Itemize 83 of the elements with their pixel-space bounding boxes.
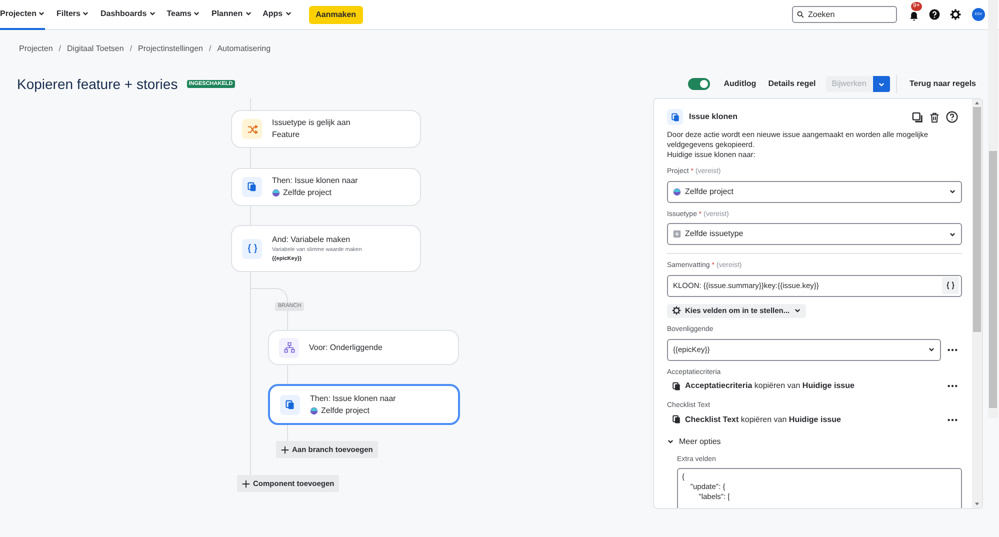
copy-icon — [672, 415, 681, 424]
page-scrollbar[interactable] — [988, 0, 998, 418]
braces-icon — [242, 238, 262, 258]
rule-enabled-toggle[interactable] — [688, 78, 710, 90]
more-icon[interactable] — [947, 384, 958, 388]
component-title: Voor: Onderliggende — [309, 342, 382, 352]
breadcrumb-link[interactable]: Projecten — [19, 43, 53, 55]
breadcrumb-separator: / — [130, 43, 132, 55]
rule-title: Kopieren feature + stories — [17, 74, 178, 94]
breadcrumb-link[interactable]: Automatisering — [217, 43, 271, 55]
copy-rule-text: Checklist Text kopiëren van Huidige issue — [685, 414, 842, 426]
nav-menu-item[interactable]: Projecten — [0, 0, 46, 30]
nav-menu-item[interactable]: Plannen — [211, 0, 252, 30]
duplicate-icon[interactable] — [912, 112, 923, 122]
help-icon[interactable] — [946, 111, 958, 123]
copy-icon — [672, 382, 681, 390]
nav-menu-item[interactable]: Dashboards — [100, 0, 156, 30]
component-title: And: Variabele maken — [272, 234, 352, 245]
hierarchy-icon — [279, 338, 299, 358]
component-title: Issuetype is gelijk aan — [272, 118, 350, 128]
create-button[interactable]: Aanmaken — [308, 6, 364, 24]
braces-icon — [946, 281, 955, 290]
copy-icon — [280, 394, 300, 414]
search-icon — [797, 11, 804, 18]
select-field[interactable]: Zelfde issuetype — [667, 223, 962, 245]
chevron-down-icon — [794, 307, 801, 314]
nav-menu-item[interactable]: Teams — [166, 0, 200, 30]
chevron-down-icon — [878, 80, 886, 88]
nav-menu-item[interactable]: Filters — [56, 0, 90, 30]
select-field[interactable]: Zelfde project — [667, 180, 962, 202]
issuetype-icon — [673, 230, 681, 238]
rule-component-card[interactable]: Issuetype is gelijk aan Feature — [231, 110, 421, 148]
settings-icon[interactable] — [950, 9, 961, 20]
rule-component-card[interactable]: Voor: Onderliggende — [268, 330, 459, 365]
settings-icon — [672, 306, 681, 316]
breadcrumb-link[interactable]: Digitaal Toetsen — [67, 43, 124, 55]
project-avatar-icon — [673, 188, 681, 196]
scrollbar[interactable] — [972, 99, 982, 508]
help-icon[interactable] — [929, 9, 940, 20]
plus-icon — [242, 480, 250, 488]
scroll-down-icon[interactable] — [975, 502, 979, 506]
project-avatar-icon — [272, 189, 280, 197]
component-title: Then: Issue klonen naar — [310, 394, 396, 404]
chevron-down-icon — [928, 346, 935, 353]
shuffle-icon — [242, 119, 262, 139]
chevron-down-icon — [949, 188, 956, 195]
header-action-button[interactable]: Details regel — [768, 78, 816, 90]
copy-icon — [667, 109, 683, 125]
more-icon[interactable] — [947, 418, 958, 422]
breadcrumb-separator: / — [58, 43, 62, 55]
panel-title: Issue klonen — [689, 111, 738, 123]
rule-component-card[interactable]: Then: Issue klonen naar Zelfde project — [268, 384, 460, 425]
project-name: Zelfde project — [321, 406, 370, 416]
chevron-down-icon — [244, 10, 252, 17]
breadcrumb-link[interactable]: Projectinstellingen — [138, 43, 203, 55]
component-title: Then: Issue klonen naar — [272, 176, 358, 186]
component-detail: Feature — [272, 130, 301, 140]
project-avatar-icon — [310, 406, 318, 414]
chevron-down-icon — [82, 10, 90, 17]
chevron-down-icon — [148, 10, 156, 17]
chevron-down-icon — [667, 438, 674, 445]
copy-icon — [242, 177, 262, 197]
nav-menu-item[interactable]: Apps — [262, 0, 292, 30]
smart-value-button[interactable] — [942, 277, 959, 294]
breadcrumb-separator: / — [208, 43, 212, 55]
more-icon[interactable] — [947, 348, 958, 352]
more-options-toggle[interactable]: Meer opties — [667, 436, 962, 448]
chevron-down-icon — [38, 10, 46, 17]
bell-icon[interactable] — [909, 11, 919, 21]
chevron-down-icon — [193, 10, 200, 17]
rule-component-card[interactable]: Then: Issue klonen naar Zelfde project — [231, 168, 421, 206]
chevron-down-icon — [949, 230, 956, 238]
search-input[interactable]: Zoeken — [808, 8, 888, 20]
search-field[interactable]: Zoeken — [792, 6, 897, 23]
header-action-button[interactable]: Auditlog — [724, 78, 756, 90]
scroll-up-icon[interactable] — [975, 101, 979, 105]
chevron-down-icon — [284, 10, 292, 17]
header-action-button[interactable]: Terug naar regels — [909, 78, 976, 90]
plus-icon — [281, 446, 289, 454]
delete-icon[interactable] — [929, 112, 940, 122]
project-name: Zelfde project — [283, 188, 332, 198]
copy-rule-text: Acceptatiecriteria kopiëren van Huidige issue — [685, 380, 856, 392]
dropdown-button[interactable] — [873, 76, 890, 92]
